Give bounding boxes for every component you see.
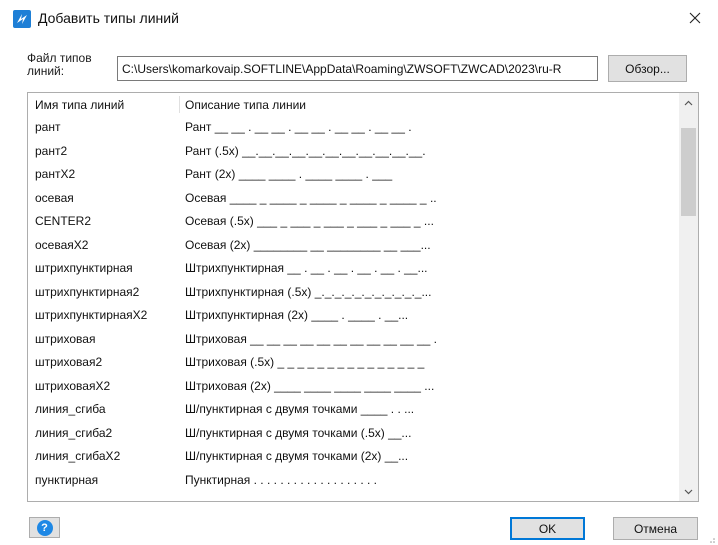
list-item[interactable]: штриховаяХ2 Штриховая (2x) ____ ____ ____…: [28, 375, 678, 397]
column-header-name[interactable]: Имя типа линий: [35, 98, 124, 112]
linetype-description: Штриховая __ __ __ __ __ __ __ __ __ __ …: [185, 331, 437, 346]
linetype-description: Пунктирная . . . . . . . . . . . . . . .…: [185, 472, 377, 487]
linetype-name: линия_сгиба2: [35, 425, 113, 440]
linetype-description: Ш/пунктирная с двумя точками ____ . . ..…: [185, 402, 415, 416]
column-header-description[interactable]: Описание типа линии: [185, 98, 306, 112]
linetype-description: Штриховая (.5x) _ _ _ _ _ _ _ _ _ _ _ _ …: [185, 355, 425, 369]
help-icon: ?: [36, 519, 53, 536]
ok-button[interactable]: OK: [510, 517, 585, 540]
list-item[interactable]: штриховая2 Штриховая (.5x) _ _ _ _ _ _ _ …: [28, 351, 678, 373]
linetype-name: рант2: [35, 143, 68, 158]
linetype-description: Штрихпунктирная __ . __ . __ . __ . __ .…: [185, 261, 428, 275]
scroll-thumb[interactable]: [681, 128, 696, 216]
linetype-list[interactable]: Имя типа линий Описание типа линии рант Р…: [27, 92, 699, 502]
linetype-name: CENTER2: [35, 214, 92, 228]
file-section: Файл типов линий: C:\Users\komarkovaip.S…: [0, 40, 718, 90]
linetype-description: Рант (.5x) __.__.__.__.__.__.__.__.__.__…: [185, 143, 426, 158]
help-button[interactable]: ?: [29, 517, 60, 538]
list-item[interactable]: штрихпунктирная Штрихпунктирная __ . __ .…: [28, 257, 678, 279]
linetype-description: Штрихпунктирная (.5x) _._._._._._._._._.…: [185, 284, 432, 299]
vertical-scrollbar[interactable]: [679, 93, 698, 501]
list-item[interactable]: осевая Осевая ____ _ ____ _ ____ _ ____ _…: [28, 187, 678, 209]
linetype-name: рант: [35, 120, 61, 134]
linetype-name: штрихпунктирнаяХ2: [35, 308, 148, 322]
list-item[interactable]: CENTER2 Осевая (.5x) ___ _ ___ _ ___ _ __…: [28, 210, 678, 232]
linetype-name: рантХ2: [35, 167, 76, 181]
list-item[interactable]: рант2 Рант (.5x) __.__.__.__.__.__.__.__.…: [28, 140, 678, 162]
linetype-description: Осевая (2x) ________ __ ________ __ ___.…: [185, 237, 431, 252]
title-bar: Добавить типы линий: [0, 0, 718, 40]
zwcad-app-icon: [13, 10, 31, 28]
linetype-description: Штриховая (2x) ____ ____ ____ ____ ____ …: [185, 378, 435, 393]
chevron-up-icon: [684, 100, 693, 105]
linetype-description: Штрихпунктирная (2x) ____ . ____ . __...: [185, 308, 409, 322]
linetype-name: линия_сгиба: [35, 402, 106, 416]
linetype-name: штриховая2: [35, 355, 103, 369]
list-item[interactable]: пунктирная Пунктирная . . . . . . . . . .…: [28, 469, 678, 491]
list-header: Имя типа линий Описание типа линии: [28, 93, 678, 116]
list-item[interactable]: штрихпунктирнаяХ2 Штрихпунктирная (2x) __…: [28, 304, 678, 326]
browse-button[interactable]: Обзор...: [608, 55, 687, 82]
linetype-name: штрихпунктирная2: [35, 284, 140, 299]
linetype-name: штриховаяХ2: [35, 378, 111, 393]
list-item[interactable]: рант Рант __ __ . __ __ . __ __ . __ __ .…: [28, 116, 678, 138]
resize-grip[interactable]: [706, 533, 716, 543]
linetype-description: Рант (2x) ____ ____ . ____ ____ . ___: [185, 167, 393, 181]
close-button[interactable]: [672, 0, 718, 36]
list-item[interactable]: линия_сгиба Ш/пунктирная с двумя точками …: [28, 398, 678, 420]
list-item[interactable]: рантХ2 Рант (2x) ____ ____ . ____ ____ . …: [28, 163, 678, 185]
file-path-field[interactable]: C:\Users\komarkovaip.SOFTLINE\AppData\Ro…: [117, 56, 598, 81]
linetype-name: пунктирная: [35, 472, 99, 487]
list-item[interactable]: линия_сгибаХ2 Ш/пунктирная с двумя точкам…: [28, 445, 678, 467]
linetype-description: Осевая (.5x) ___ _ ___ _ ___ _ ___ _ ___…: [185, 214, 434, 228]
list-item[interactable]: штрихпунктирная2 Штрихпунктирная (.5x) _.…: [28, 281, 678, 303]
linetype-name: осеваяХ2: [35, 237, 89, 252]
linetype-name: осевая: [35, 190, 74, 205]
linetype-description: Рант __ __ . __ __ . __ __ . __ __ . __ …: [185, 120, 412, 134]
linetype-name: штрихпунктирная: [35, 261, 133, 275]
linetype-description: Ш/пунктирная с двумя точками (.5x) __...: [185, 425, 412, 440]
window-title: Добавить типы линий: [38, 10, 179, 26]
list-item[interactable]: линия_сгиба2 Ш/пунктирная с двумя точками…: [28, 422, 678, 444]
linetype-description: Ш/пунктирная с двумя точками (2x) __...: [185, 449, 409, 463]
linetype-description: Осевая ____ _ ____ _ ____ _ ____ _ ____ …: [185, 190, 437, 205]
column-divider[interactable]: [179, 96, 180, 113]
close-icon: [689, 12, 701, 24]
cancel-button[interactable]: Отмена: [613, 517, 698, 540]
list-item[interactable]: штриховая Штриховая __ __ __ __ __ __ __ …: [28, 328, 678, 350]
file-label: Файл типов линий:: [27, 51, 92, 78]
list-item[interactable]: осеваяХ2 Осевая (2x) ________ __ ________…: [28, 234, 678, 256]
linetype-name: штриховая: [35, 331, 96, 346]
scroll-down-button[interactable]: [679, 482, 698, 501]
scroll-up-button[interactable]: [679, 93, 698, 112]
linetype-name: линия_сгибаХ2: [35, 449, 121, 463]
chevron-down-icon: [684, 489, 693, 494]
